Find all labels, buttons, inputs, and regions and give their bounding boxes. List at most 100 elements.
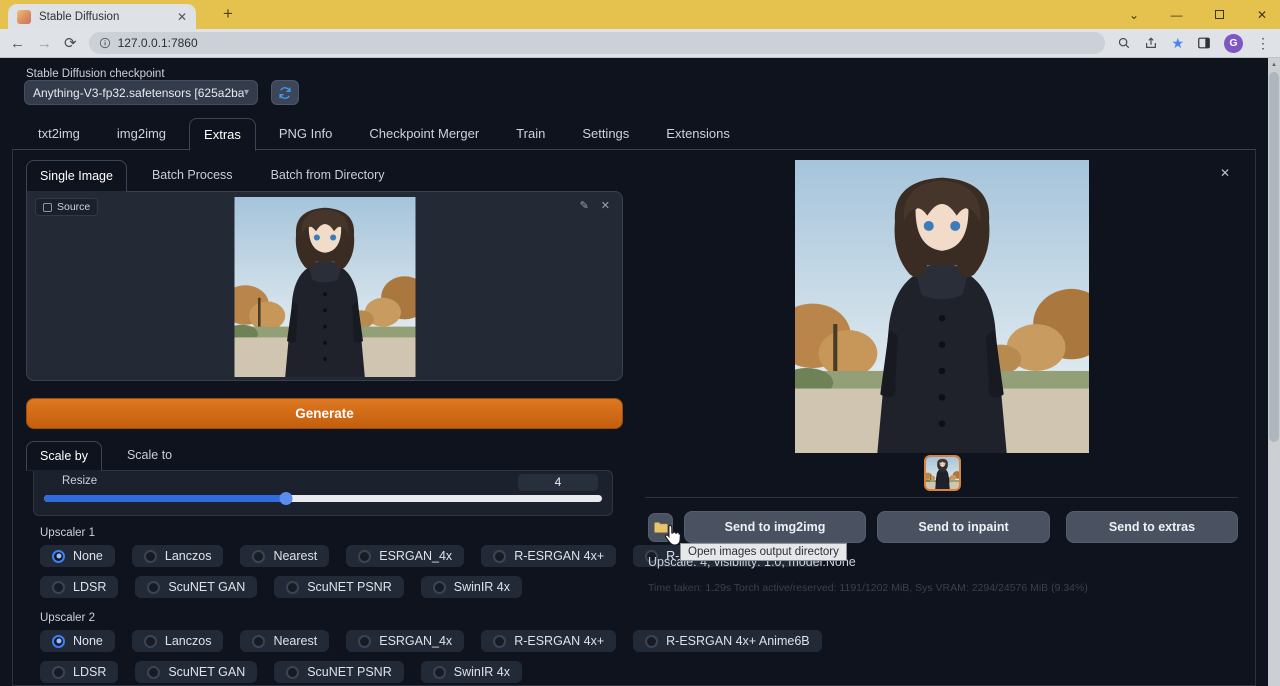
tab-close-icon[interactable]: ✕ [177, 10, 187, 24]
radio-icon [358, 635, 371, 648]
source-image-dropzone[interactable]: Source ✎ ✕ [26, 191, 623, 381]
zoom-icon[interactable] [1117, 36, 1131, 50]
tab-settings[interactable]: Settings [568, 118, 643, 151]
gallery-close-icon[interactable]: ✕ [1220, 166, 1230, 180]
tab-extensions[interactable]: Extensions [652, 118, 744, 151]
browser-tabstrip: Stable Diffusion ✕ + ⌄ — ✕ [0, 0, 1280, 29]
upscaler-option-ldsr[interactable]: LDSR [40, 661, 118, 683]
share-icon[interactable] [1144, 36, 1158, 50]
resize-number-input[interactable]: 4 [518, 474, 598, 491]
radio-label: ESRGAN_4x [379, 634, 452, 648]
browser-tab[interactable]: Stable Diffusion ✕ [8, 4, 196, 29]
upscaler-option-lanczos[interactable]: Lanczos [132, 630, 224, 652]
upscaler-option-swinir-4x[interactable]: SwinIR 4x [421, 576, 522, 598]
window-minimize-button[interactable]: — [1167, 8, 1187, 22]
tab-search-chevron-icon[interactable]: ⌄ [1124, 8, 1144, 22]
radio-icon [493, 635, 506, 648]
page-scrollbar[interactable]: ▲ [1268, 58, 1280, 686]
tab-txt2img[interactable]: txt2img [24, 118, 94, 151]
radio-label: R-ESRGAN 4x+ [514, 549, 604, 563]
radio-icon [433, 581, 446, 594]
radio-icon [52, 550, 65, 563]
scroll-up-icon[interactable]: ▲ [1268, 58, 1280, 71]
radio-icon [358, 550, 371, 563]
side-panel-icon[interactable] [1197, 36, 1211, 50]
upscaler-option-esrgan-4x[interactable]: ESRGAN_4x [346, 545, 464, 567]
resize-panel: Resize 4 [33, 470, 613, 516]
radio-icon [52, 581, 65, 594]
subtab-batch-from-directory[interactable]: Batch from Directory [258, 160, 398, 192]
output-thumbnail[interactable] [924, 455, 961, 491]
upscaler-option-scunet-psnr[interactable]: ScuNET PSNR [274, 661, 404, 683]
upscaler-option-none[interactable]: None [40, 630, 115, 652]
resize-label: Resize [62, 475, 97, 487]
radio-label: ScuNET PSNR [307, 665, 392, 679]
slider-handle[interactable] [279, 492, 292, 505]
upscaler-option-lanczos[interactable]: Lanczos [132, 545, 224, 567]
radio-label: Nearest [273, 549, 317, 563]
radio-label: None [73, 634, 103, 648]
upscaler-option-swinir-4x[interactable]: SwinIR 4x [421, 661, 522, 683]
radio-label: ScuNET PSNR [307, 580, 392, 594]
browser-menu-icon[interactable]: ⋮ [1256, 35, 1270, 52]
scale-tab-scale-to[interactable]: Scale to [114, 441, 185, 471]
tab-train[interactable]: Train [502, 118, 559, 151]
upscaler-option-scunet-psnr[interactable]: ScuNET PSNR [274, 576, 404, 598]
upscaler-option-r-esrgan-4x[interactable]: R-ESRGAN 4x+ [481, 545, 616, 567]
upscaler-option-r-esrgan-4x-anime6b[interactable]: R-ESRGAN 4x+ Anime6B [633, 630, 821, 652]
back-icon[interactable]: ← [10, 36, 25, 51]
send-to-img2img-button[interactable]: Send to img2img [684, 511, 866, 543]
generate-button[interactable]: Generate [26, 398, 623, 429]
upscaler-1-group: Upscaler 1 None Lanczos Nearest ESRGAN_4x R-E… [40, 527, 618, 607]
upscaler-group-label: Upscaler 2 [40, 612, 618, 624]
bookmark-star-icon[interactable]: ★ [1171, 36, 1184, 50]
scale-tab-scale-by[interactable]: Scale by [26, 441, 102, 471]
radio-label: LDSR [73, 665, 106, 679]
profile-avatar[interactable]: G [1224, 34, 1243, 53]
send-to-extras-button[interactable]: Send to extras [1066, 511, 1238, 543]
subtab-single-image[interactable]: Single Image [26, 160, 127, 192]
tab-png-info[interactable]: PNG Info [265, 118, 346, 151]
scrollbar-thumb[interactable] [1269, 72, 1279, 442]
output-image[interactable] [795, 160, 1089, 453]
upscaler-option-scunet-gan[interactable]: ScuNET GAN [135, 576, 257, 598]
extras-subtabs: Single Image Batch Process Batch from Dire… [26, 160, 397, 192]
radio-label: Lanczos [165, 634, 212, 648]
radio-icon [433, 666, 446, 679]
tab-extras[interactable]: Extras [189, 118, 256, 151]
gallery-divider [645, 497, 1238, 498]
tab-checkpoint-merger[interactable]: Checkpoint Merger [355, 118, 493, 151]
radio-label: Lanczos [165, 549, 212, 563]
restore-icon [1215, 10, 1224, 19]
upscaler-option-none[interactable]: None [40, 545, 115, 567]
checkpoint-dropdown[interactable]: Anything-V3-fp32.safetensors [625a2ba2] … [24, 80, 258, 105]
upscaler-option-nearest[interactable]: Nearest [240, 545, 329, 567]
subtab-batch-process[interactable]: Batch Process [139, 160, 246, 192]
reload-icon[interactable]: ⟳ [64, 36, 77, 51]
send-to-inpaint-button[interactable]: Send to inpaint [877, 511, 1050, 543]
refresh-checkpoints-button[interactable] [271, 80, 299, 105]
edit-image-icon[interactable]: ✎ [580, 199, 589, 212]
upscaler-option-nearest[interactable]: Nearest [240, 630, 329, 652]
upscaler-option-r-esrgan-4x[interactable]: R-ESRGAN 4x+ [481, 630, 616, 652]
window-restore-button[interactable] [1209, 8, 1229, 22]
refresh-icon [278, 86, 292, 100]
forward-icon[interactable]: → [37, 36, 52, 51]
tooltip: Open images output directory [680, 543, 847, 561]
window-close-button[interactable]: ✕ [1252, 8, 1272, 22]
upscaler-option-ldsr[interactable]: LDSR [40, 576, 118, 598]
upscaler-option-scunet-gan[interactable]: ScuNET GAN [135, 661, 257, 683]
upscaler-option-esrgan-4x[interactable]: ESRGAN_4x [346, 630, 464, 652]
resize-slider[interactable] [44, 493, 602, 506]
source-image[interactable] [234, 197, 415, 377]
new-tab-button[interactable]: + [216, 4, 240, 24]
radio-label: ScuNET GAN [168, 665, 245, 679]
url-bar[interactable]: 127.0.0.1:7860 [89, 32, 1106, 54]
upscaler-group-label: Upscaler 1 [40, 527, 618, 539]
clear-image-icon[interactable]: ✕ [601, 199, 610, 212]
radio-label: R-ESRGAN 4x+ [514, 634, 604, 648]
radio-label: Nearest [273, 634, 317, 648]
tab-img2img[interactable]: img2img [103, 118, 180, 151]
site-info-icon[interactable] [99, 37, 111, 49]
radio-label: LDSR [73, 580, 106, 594]
